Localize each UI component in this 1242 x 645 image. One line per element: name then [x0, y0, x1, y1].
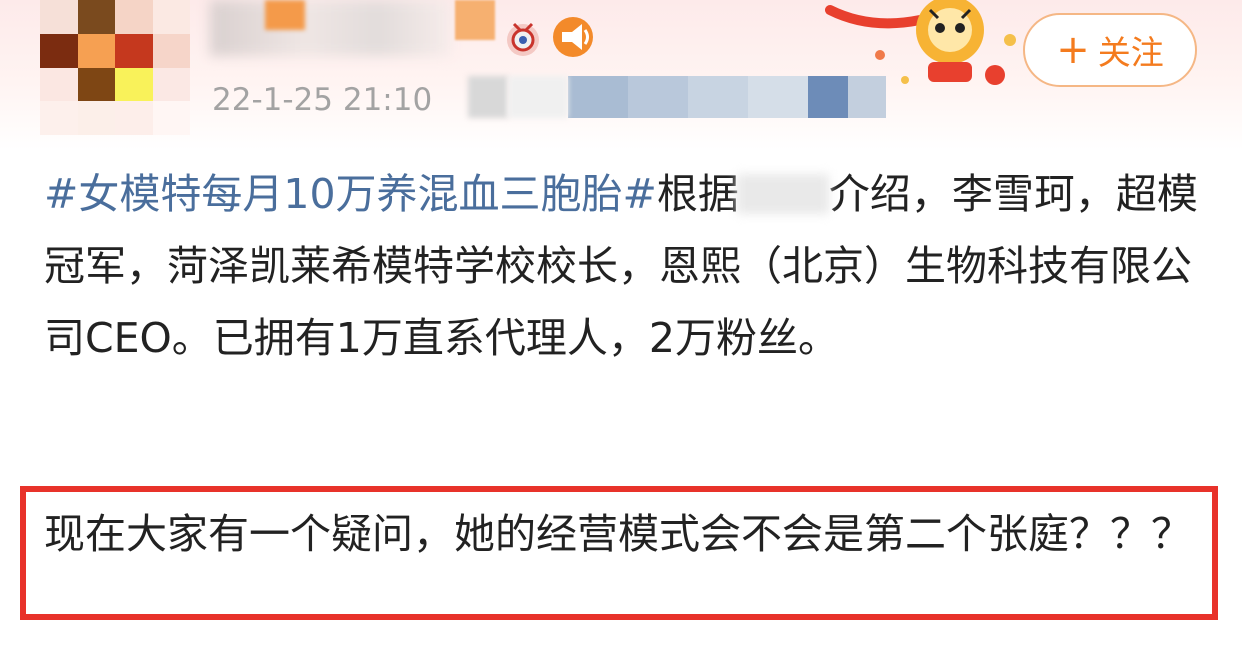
hashtag-link[interactable]: #女模特每月10万养混血三胞胎# [44, 170, 657, 218]
follow-button-label: 关注 [1097, 33, 1164, 72]
follow-button[interactable]: + 关注 [1023, 13, 1197, 87]
megaphone-icon [553, 17, 593, 57]
plus-icon: + [1056, 27, 1090, 73]
weibo-badge-icon [507, 22, 539, 56]
tiger-mascot-decoration [825, 0, 1016, 85]
username-redacted-block [455, 0, 495, 40]
post-text-segment: 根据 [656, 170, 739, 218]
post-timestamp: 22-1-25 21:10 [212, 82, 433, 118]
avatar[interactable] [40, 0, 190, 135]
highlight-box [20, 486, 1218, 620]
username-redacted[interactable] [210, 0, 450, 56]
post-body: #女模特每月10万养混血三胞胎#根据 介绍，李雪珂，超模冠军，菏泽凯莱希模特学校校… [44, 158, 1204, 374]
text-redaction-blur [736, 174, 829, 214]
username-redacted-block [265, 0, 305, 30]
